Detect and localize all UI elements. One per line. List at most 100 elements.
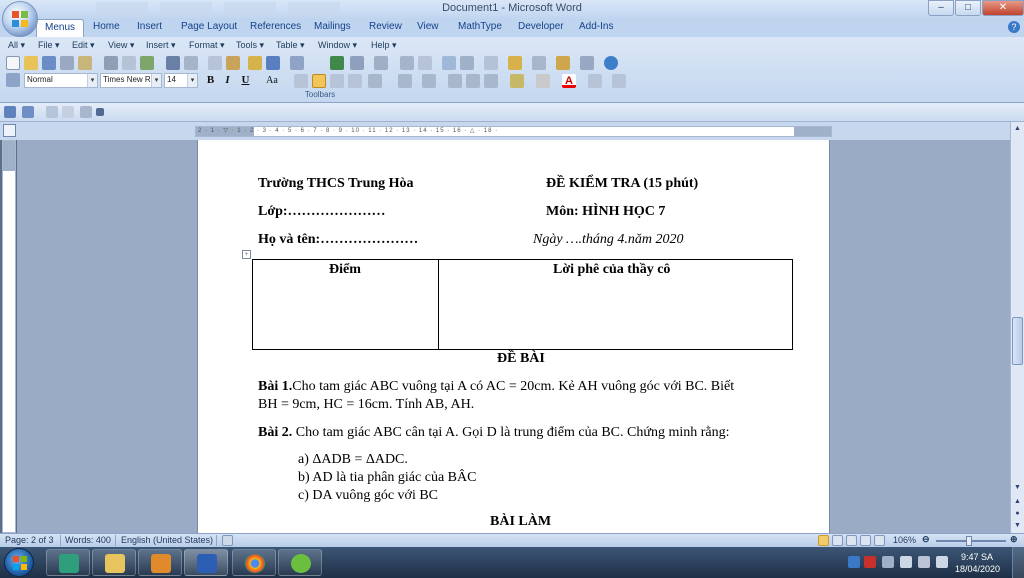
show-desktop-button[interactable] [1012, 547, 1024, 578]
research-icon[interactable] [166, 56, 180, 70]
document-page[interactable]: Trường THCS Trung Hòa ĐỀ KIỂM TRA (15 ph… [197, 140, 830, 533]
tray-chat-icon[interactable] [848, 556, 860, 568]
zoom-level[interactable]: 106% [893, 535, 916, 545]
qat-redo-icon[interactable] [46, 106, 58, 118]
paste-icon[interactable] [226, 56, 240, 70]
bold-button[interactable]: B [203, 73, 218, 88]
tab-add-ins[interactable]: Add-Ins [579, 21, 613, 32]
menu-help[interactable]: Help ▾ [371, 40, 397, 51]
scroll-up-icon[interactable]: ▲ [1012, 123, 1023, 134]
tray-volume-icon[interactable] [936, 556, 948, 568]
table-move-handle-icon[interactable]: + [242, 250, 251, 259]
print-icon[interactable] [104, 56, 118, 70]
zoom-in-icon[interactable]: ⊕ [1010, 534, 1018, 545]
zoom-slider-thumb[interactable] [966, 536, 972, 546]
change-case-button[interactable]: Aa [262, 73, 282, 88]
next-page-icon[interactable]: ▼ [1012, 520, 1023, 531]
tab-mathtype[interactable]: MathType [458, 21, 502, 32]
qat-undo-icon[interactable] [22, 106, 34, 118]
decrease-indent-icon[interactable] [448, 74, 462, 88]
style-select[interactable]: Normal ▾ [24, 73, 98, 88]
styles-icon[interactable] [508, 56, 522, 70]
justify-icon[interactable] [348, 74, 362, 88]
sort-icon[interactable] [484, 74, 498, 88]
format-painter-icon[interactable] [248, 56, 262, 70]
page-count[interactable]: Page: 2 of 3 [5, 535, 54, 545]
scrollbar-thumb[interactable] [1012, 317, 1023, 365]
web-layout-icon[interactable] [846, 535, 857, 546]
tray-language-icon[interactable] [882, 556, 894, 568]
maximize-button[interactable]: □ [955, 0, 981, 16]
taskbar-app-word[interactable] [184, 549, 228, 576]
word-count[interactable]: Words: 400 [65, 535, 111, 545]
menu-tools[interactable]: Tools ▾ [236, 40, 264, 51]
office-button[interactable] [2, 1, 38, 37]
numbering-icon[interactable] [398, 74, 412, 88]
align-right-icon[interactable] [330, 74, 344, 88]
clear-formatting-icon[interactable] [612, 74, 626, 88]
spelling-icon[interactable] [140, 56, 154, 70]
start-button[interactable] [4, 548, 34, 577]
shading-icon[interactable] [536, 74, 550, 88]
previous-page-icon[interactable]: ▲ [1012, 496, 1023, 507]
change-styles-icon[interactable] [556, 56, 570, 70]
zoom-out-icon[interactable]: ⊖ [922, 534, 930, 545]
menu-edit[interactable]: Edit ▾ [72, 40, 95, 51]
drawing-icon[interactable] [418, 56, 432, 70]
cut-icon[interactable] [184, 56, 198, 70]
taskbar-app-explorer[interactable] [92, 549, 136, 576]
print-preview-icon[interactable] [122, 56, 136, 70]
menu-file[interactable]: File ▾ [38, 40, 60, 51]
columns-icon[interactable] [400, 56, 414, 70]
menu-insert[interactable]: Insert ▾ [146, 40, 176, 51]
email-icon[interactable] [78, 56, 92, 70]
new-document-icon[interactable] [6, 56, 20, 70]
qat-save-icon[interactable] [4, 106, 16, 118]
line-spacing-icon[interactable] [368, 74, 382, 88]
tray-antivirus-icon[interactable] [864, 556, 876, 568]
help-circle-icon[interactable] [604, 56, 618, 70]
tray-flag-icon[interactable] [918, 556, 930, 568]
tab-view[interactable]: View [417, 21, 439, 32]
menu-view[interactable]: View ▾ [108, 40, 134, 51]
tab-developer[interactable]: Developer [518, 21, 564, 32]
macro-record-icon[interactable] [222, 535, 233, 546]
document-map-icon[interactable] [442, 56, 456, 70]
draft-view-icon[interactable] [874, 535, 885, 546]
help-icon[interactable]: ? [1008, 21, 1020, 33]
scroll-down-icon[interactable]: ▼ [1012, 482, 1023, 493]
tab-selector-icon[interactable] [3, 124, 16, 137]
score-table[interactable]: Điểm Lời phê của thầy cô [252, 259, 793, 350]
taskbar-app-user[interactable] [46, 549, 90, 576]
tab-home[interactable]: Home [93, 21, 120, 32]
font-color-icon[interactable]: A [562, 74, 576, 88]
menu-window[interactable]: Window ▾ [318, 40, 357, 51]
outline-view-icon[interactable] [860, 535, 871, 546]
increase-indent-icon[interactable] [466, 74, 480, 88]
hyperlink-icon[interactable] [330, 56, 344, 70]
underline-button[interactable]: U [238, 73, 253, 88]
menu-table[interactable]: Table ▾ [276, 40, 305, 51]
menu-all[interactable]: All ▾ [8, 40, 25, 51]
redo-icon[interactable] [290, 56, 304, 70]
align-center-icon[interactable] [312, 74, 326, 88]
ruler-scale[interactable]: 2 · 1 · ▽ · 1 · 2 · 3 · 4 · 5 · 6 · 7 · … [195, 126, 832, 137]
font-select[interactable]: Times New Ro ▾ [100, 73, 162, 88]
qat-preview-icon[interactable] [80, 106, 92, 118]
styles-pane-icon[interactable] [6, 73, 20, 87]
reading-mode-icon[interactable] [580, 56, 594, 70]
taskbar-app-chrome[interactable] [232, 549, 276, 576]
taskbar-clock[interactable]: 9:47 SA 18/04/2020 [955, 551, 1000, 575]
vertical-scrollbar[interactable]: ▲ ▼ ▲ ● ▼ [1010, 122, 1024, 533]
tab-mailings[interactable]: Mailings [314, 21, 351, 32]
text-effects-icon[interactable] [588, 74, 602, 88]
qat-customize-icon[interactable] [96, 108, 104, 116]
document-area[interactable]: Trường THCS Trung Hòa ĐỀ KIỂM TRA (15 ph… [17, 140, 1010, 533]
find-icon[interactable] [532, 56, 546, 70]
taskbar-app-media[interactable] [138, 549, 182, 576]
italic-button[interactable]: I [220, 73, 235, 88]
tab-page-layout[interactable]: Page Layout [181, 21, 237, 32]
undo-icon[interactable] [266, 56, 280, 70]
tab-menus[interactable]: Menus [36, 19, 85, 38]
full-screen-reading-icon[interactable] [832, 535, 843, 546]
